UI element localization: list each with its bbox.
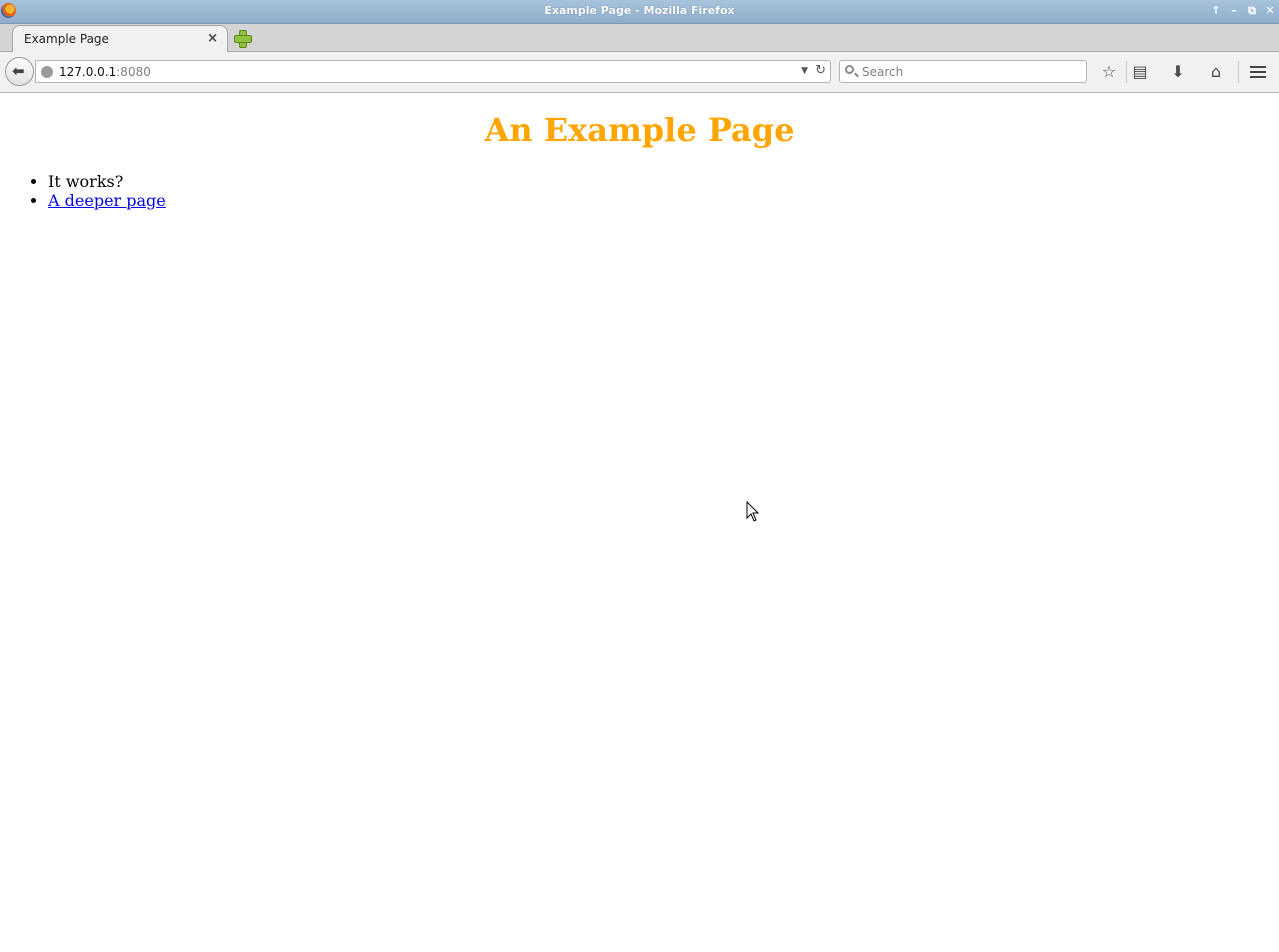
list-item-text: It works? [48, 172, 124, 191]
reload-icon[interactable]: ↻ [815, 63, 826, 78]
site-identity-icon[interactable] [41, 66, 53, 78]
tab-strip: Example Page × [0, 24, 1279, 52]
search-input[interactable] [862, 63, 1077, 80]
tab-label: Example Page [24, 32, 109, 46]
menu-icon[interactable] [1250, 66, 1266, 78]
downloads-icon[interactable]: ⬇ [1167, 61, 1189, 83]
search-bar[interactable] [839, 60, 1087, 83]
toolbar-separator [1238, 61, 1239, 83]
url-text[interactable]: 127.0.0.1:8080 [59, 65, 151, 79]
bookmark-star-icon[interactable]: ☆ [1098, 61, 1120, 83]
window-minimize-button[interactable]: – [1226, 3, 1242, 19]
deeper-page-link[interactable]: A deeper page [48, 191, 166, 210]
search-icon [845, 65, 854, 74]
window-close-button[interactable]: ✕ [1262, 3, 1278, 19]
window-title: Example Page - Mozilla Firefox [544, 4, 735, 17]
url-host: 127.0.0.1 [59, 65, 117, 79]
page-heading: An Example Page [484, 111, 795, 149]
new-tab-plus-icon[interactable] [232, 29, 252, 48]
home-icon[interactable]: ⌂ [1205, 61, 1227, 83]
window-up-icon[interactable]: ↑ [1208, 3, 1224, 19]
list-item: It works? [48, 172, 166, 191]
reading-list-icon[interactable]: ▤ [1129, 61, 1151, 83]
navigation-toolbar: ⬅ 127.0.0.1:8080 ▼ ↻ ☆ ▤ ⬇ ⌂ [0, 52, 1279, 93]
back-button[interactable]: ⬅ [5, 57, 34, 86]
toolbar-separator [1126, 61, 1127, 83]
url-port: :8080 [116, 65, 151, 79]
page-content: An Example Page It works? A deeper page [0, 93, 1279, 952]
list-item: A deeper page [48, 191, 166, 210]
url-dropdown-icon[interactable]: ▼ [801, 66, 808, 76]
window-title-bar: Example Page - Mozilla Firefox ↑ – ⧉ ✕ [0, 0, 1279, 24]
back-arrow-icon: ⬅ [12, 62, 25, 80]
window-maximize-button[interactable]: ⧉ [1244, 3, 1260, 19]
url-bar[interactable]: 127.0.0.1:8080 ▼ ↻ [35, 60, 831, 83]
tab-close-icon[interactable]: × [207, 31, 218, 46]
item-list: It works? A deeper page [8, 172, 166, 210]
mouse-cursor-icon [746, 501, 760, 522]
tab-example-page[interactable]: Example Page × [12, 25, 228, 52]
